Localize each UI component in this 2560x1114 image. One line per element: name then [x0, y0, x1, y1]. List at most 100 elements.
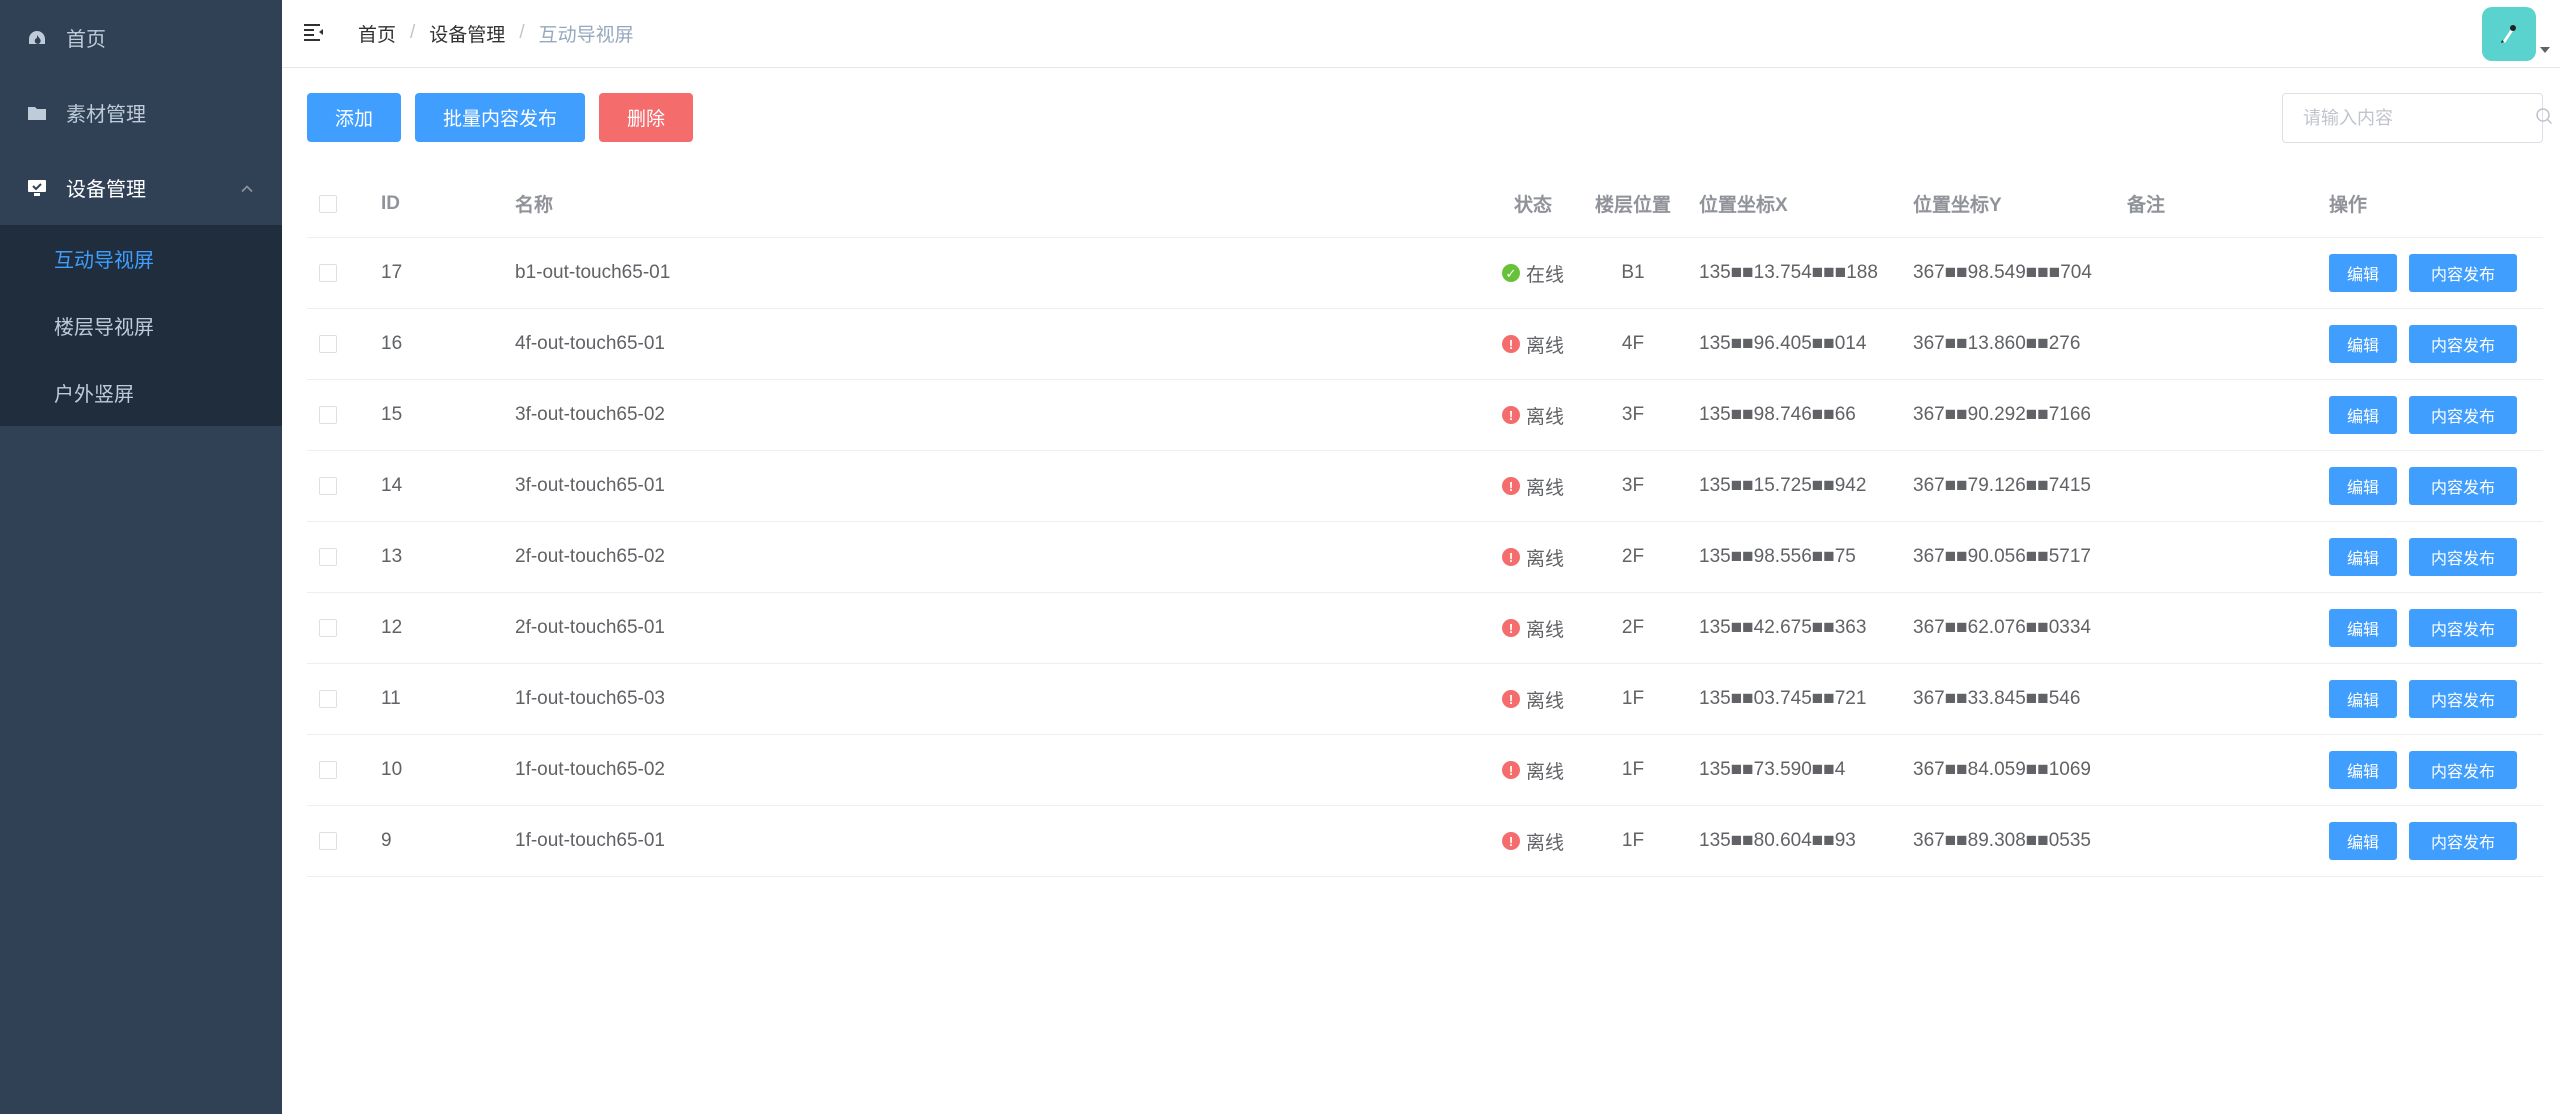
publish-content-button[interactable]: 内容发布	[2409, 538, 2518, 576]
cell-x: 135■■13.754■■■188	[1699, 262, 1878, 283]
publish-content-button[interactable]: 内容发布	[2409, 751, 2518, 789]
row-checkbox[interactable]	[319, 690, 337, 708]
sidebar-item-interactive-screen[interactable]: 互动导视屏	[0, 225, 282, 292]
edit-button[interactable]: 编辑	[2329, 254, 2398, 292]
sidebar-item-outdoor-screen[interactable]: 户外竖屏	[0, 359, 282, 426]
cell-y: 367■■84.059■■1069	[1913, 759, 2091, 780]
cell-name: 2f-out-touch65-02	[515, 546, 665, 567]
status-badge: ! 离线	[1493, 522, 1573, 592]
edit-button[interactable]: 编辑	[2329, 680, 2398, 718]
table-header: ID 名称 状态 楼层位置 位置坐标X 位置坐标Y 备注 操作	[307, 170, 2543, 238]
publish-content-button[interactable]: 内容发布	[2409, 467, 2518, 505]
cell-floor: 4F	[1621, 333, 1645, 354]
add-button[interactable]: 添加	[307, 93, 402, 142]
search-input[interactable]	[2303, 107, 2535, 129]
cell-name: 1f-out-touch65-03	[515, 688, 665, 709]
table-row: 11 1f-out-touch65-03! 离线 1F 135■■03.745■■721…	[307, 664, 2543, 735]
table-row: 13 2f-out-touch65-02 ! 离线 2F 135■■98.556■■75 3…	[307, 522, 2543, 593]
edit-button[interactable]: 编辑	[2329, 325, 2398, 363]
row-checkbox[interactable]	[319, 335, 337, 353]
status-label: 离线	[1525, 619, 1564, 641]
user-menu[interactable]	[2482, 6, 2550, 62]
warning-circle-icon: !	[1501, 619, 1520, 637]
sidebar-item-floor-screen[interactable]: 楼层导视屏	[0, 292, 282, 359]
table-row: 12 2f-out-touch65-01! 离线 2F 135■■42.675■■363…	[307, 593, 2543, 664]
status-badge: ! 离线	[1493, 735, 1573, 805]
cell-floor: 1F	[1621, 759, 1645, 780]
table-row: 10 1f-out-touch65-02! 离线 1F 135■■73.590■■4 36…	[307, 735, 2543, 806]
delete-button[interactable]: 删除	[599, 93, 694, 142]
cell-floor: 3F	[1621, 404, 1645, 425]
cell-ops: 编辑 内容发布	[2329, 806, 2529, 876]
cell-name: 3f-out-touch65-01	[515, 475, 665, 496]
publish-content-button[interactable]: 内容发布	[2409, 822, 2518, 860]
table-row: 9 1f-out-touch65-01! 离线 1F 135■■80.604■■93 36…	[307, 806, 2543, 877]
row-checkbox[interactable]	[319, 548, 337, 566]
cell-floor: 1F	[1621, 830, 1645, 851]
row-checkbox[interactable]	[319, 619, 337, 637]
status-badge: ! 离线	[1493, 309, 1573, 379]
cell-y: 367■■90.056■■5717	[1913, 546, 2091, 567]
publish-content-button[interactable]: 内容发布	[2409, 609, 2518, 647]
cell-x: 135■■80.604■■93	[1699, 830, 1856, 851]
warning-circle-icon: !	[1501, 761, 1520, 779]
row-checkbox[interactable]	[319, 761, 337, 779]
hamburger-icon[interactable]	[302, 20, 326, 44]
cell-id: 13	[381, 546, 403, 567]
cell-id: 17	[381, 262, 403, 283]
search-icon[interactable]	[2535, 107, 2553, 130]
edit-button[interactable]: 编辑	[2329, 822, 2398, 860]
edit-button[interactable]: 编辑	[2329, 751, 2398, 789]
breadcrumb-separator: /	[519, 22, 525, 43]
publish-content-button[interactable]: 内容发布	[2409, 325, 2518, 363]
cell-floor: 2F	[1621, 546, 1645, 567]
breadcrumb-home[interactable]: 首页	[358, 20, 396, 47]
edit-button[interactable]: 编辑	[2329, 467, 2398, 505]
row-checkbox[interactable]	[319, 406, 337, 424]
cell-x: 135■■42.675■■363	[1699, 617, 1867, 638]
status-badge: ! 离线	[1493, 664, 1573, 734]
edit-button[interactable]: 编辑	[2329, 396, 2398, 434]
row-checkbox[interactable]	[319, 477, 337, 495]
sidebar-item-materials[interactable]: 素材管理	[0, 75, 282, 150]
publish-content-button[interactable]: 内容发布	[2409, 254, 2518, 292]
select-all-checkbox[interactable]	[319, 194, 337, 213]
row-checkbox[interactable]	[319, 832, 337, 850]
cell-ops: 编辑 内容发布	[2329, 309, 2529, 379]
check-circle-icon: ✓	[1501, 264, 1520, 282]
publish-content-button[interactable]: 内容发布	[2409, 396, 2518, 434]
cell-y: 367■■79.126■■7415	[1913, 475, 2091, 496]
cell-ops: 编辑 内容发布	[2329, 238, 2529, 308]
breadcrumb-current: 互动导视屏	[538, 24, 634, 46]
sidebar-item-devices[interactable]: 设备管理	[0, 150, 282, 225]
cell-floor: B1	[1621, 262, 1645, 283]
edit-button[interactable]: 编辑	[2329, 538, 2398, 576]
cell-floor: 3F	[1621, 475, 1645, 496]
sidebar-item-home[interactable]: 首页	[0, 0, 282, 75]
cell-x: 135■■03.745■■721	[1699, 688, 1867, 709]
avatar[interactable]	[2482, 7, 2536, 61]
warning-circle-icon: !	[1501, 406, 1520, 424]
status-label: 离线	[1525, 832, 1564, 854]
header-ops: 操作	[2329, 195, 2368, 216]
cell-x: 135■■15.725■■942	[1699, 475, 1867, 496]
header-floor: 楼层位置	[1594, 195, 1671, 216]
breadcrumb-devices[interactable]: 设备管理	[429, 20, 505, 47]
sidebar: 首页 素材管理 设备管理 互动导视屏 楼层导视屏 户外竖屏	[0, 0, 282, 1114]
table-row: 16 4f-out-touch65-01! 离线 4F 135■■96.405■■014…	[307, 309, 2543, 380]
row-checkbox[interactable]	[319, 264, 337, 282]
cell-floor: 2F	[1621, 617, 1645, 638]
cell-ops: 编辑 内容发布	[2329, 593, 2529, 663]
cell-y: 367■■98.549■■■704	[1913, 262, 2092, 283]
select-all-cell	[319, 170, 337, 237]
row-select-cell	[319, 380, 337, 450]
cell-x: 135■■98.556■■75	[1699, 546, 1856, 567]
publish-content-button[interactable]: 内容发布	[2409, 680, 2518, 718]
edit-button[interactable]: 编辑	[2329, 609, 2398, 647]
row-select-cell	[319, 735, 337, 805]
cell-y: 367■■13.860■■276	[1913, 333, 2081, 354]
status-label: 离线	[1525, 335, 1564, 357]
cell-x: 135■■73.590■■4	[1699, 759, 1846, 780]
cell-y: 367■■62.076■■0334	[1913, 617, 2091, 638]
batch-publish-button[interactable]: 批量内容发布	[415, 93, 586, 142]
